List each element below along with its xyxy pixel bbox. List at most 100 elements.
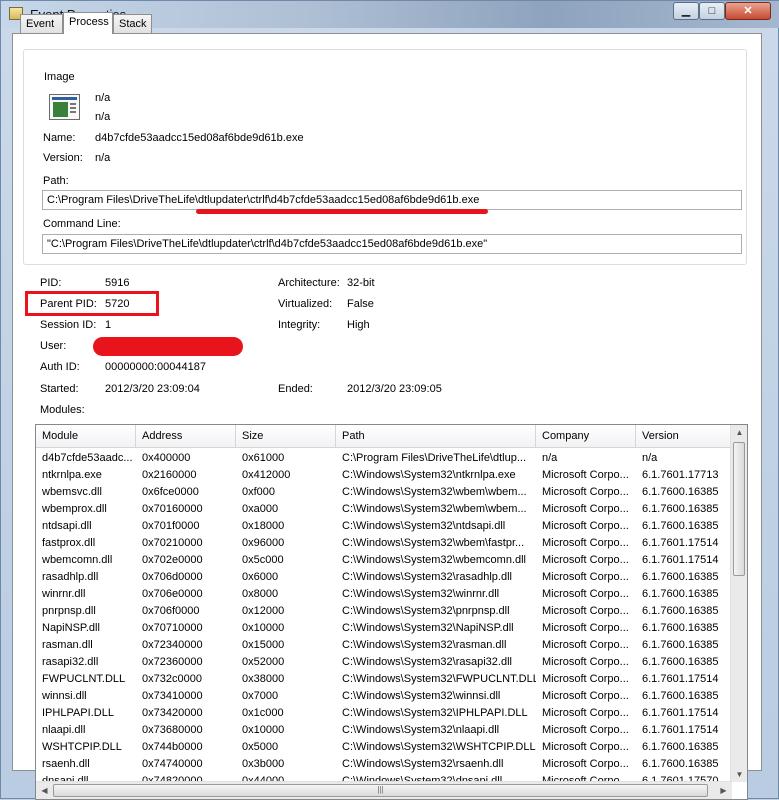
- version-value: n/a: [95, 152, 111, 164]
- minimize-button[interactable]: ▁: [673, 2, 699, 20]
- cell-version: 6.1.7600.16385: [642, 690, 719, 702]
- column-header-size[interactable]: Size: [236, 425, 336, 448]
- image-line2: n/a: [95, 111, 111, 123]
- cell-module-name: FWPUCLNT.DLL: [42, 673, 126, 685]
- cell-size: 0x7000: [242, 690, 279, 702]
- cell-version: n/a: [642, 452, 658, 464]
- cell-module-name: rasadhlp.dll: [42, 571, 99, 583]
- cell-path: C:\Windows\System32\winnsi.dll: [342, 690, 501, 702]
- cell-address: 0x744b0000: [142, 741, 203, 753]
- scroll-up-icon[interactable]: ▲: [731, 428, 747, 437]
- table-row[interactable]: fastprox.dll 0x70210000 0x96000 C:\Windows\…: [36, 535, 736, 552]
- cell-path: C:\Windows\System32\NapiNSP.dll: [342, 622, 514, 634]
- cell-version: 6.1.7601.17514: [642, 554, 719, 566]
- name-value: d4b7cfde53aadcc15ed08af6bde9d61b.exe: [95, 132, 304, 144]
- table-row[interactable]: ntdsapi.dll 0x701f0000 0x18000 C:\Windows\S…: [36, 518, 736, 535]
- table-row[interactable]: ntkrnlpa.exe 0x2160000 0x412000 C:\Windows\…: [36, 467, 736, 484]
- table-row[interactable]: FWPUCLNT.DLL 0x732c0000 0x38000 C:\Windows\…: [36, 671, 736, 688]
- cell-company: Microsoft Corpo...: [542, 656, 629, 668]
- scroll-down-icon[interactable]: ▼: [731, 770, 747, 779]
- maximize-button[interactable]: □: [699, 2, 725, 20]
- user-label: User:: [40, 340, 67, 352]
- cell-company: Microsoft Corpo...: [542, 469, 629, 481]
- cell-size: 0x18000: [242, 520, 285, 532]
- path-field[interactable]: C:\Program Files\DriveTheLife\dtlupdater…: [42, 190, 742, 210]
- cell-path: C:\Windows\System32\rasadhlp.dll: [342, 571, 512, 583]
- cell-size: 0xa000: [242, 503, 279, 515]
- table-row[interactable]: rsaenh.dll 0x74740000 0x3b000 C:\Windows\Sy…: [36, 756, 736, 773]
- cell-version: 6.1.7600.16385: [642, 758, 719, 770]
- table-row[interactable]: rasapi32.dll 0x72360000 0x52000 C:\Windows\…: [36, 654, 736, 671]
- vertical-scrollbar[interactable]: ▲ ▼: [730, 425, 747, 782]
- started-label: Started:: [40, 383, 79, 395]
- scroll-left-icon[interactable]: ◀: [36, 786, 53, 795]
- column-header-module[interactable]: Module: [36, 425, 136, 448]
- table-row[interactable]: WSHTCPIP.DLL 0x744b0000 0x5000 C:\Windows\S…: [36, 739, 736, 756]
- cell-address: 0x400000: [142, 452, 191, 464]
- cell-company: n/a: [542, 452, 558, 464]
- tab-event[interactable]: Event: [20, 14, 63, 33]
- cell-version: 6.1.7600.16385: [642, 622, 719, 634]
- table-row[interactable]: pnrpnsp.dll 0x706f0000 0x12000 C:\Windows\S…: [36, 603, 736, 620]
- cell-version: 6.1.7600.16385: [642, 503, 719, 515]
- cell-company: Microsoft Corpo...: [542, 639, 629, 651]
- horizontal-scroll-thumb[interactable]: |||: [53, 784, 708, 797]
- column-header-path[interactable]: Path: [336, 425, 536, 448]
- cell-version: 6.1.7600.16385: [642, 656, 719, 668]
- table-row[interactable]: winrnr.dll 0x706e0000 0x8000 C:\Windows\Sys…: [36, 586, 736, 603]
- cell-path: C:\Windows\System32\winrnr.dll: [342, 588, 500, 600]
- table-row[interactable]: wbemcomn.dll 0x702e0000 0x5c000 C:\Windows\…: [36, 552, 736, 569]
- image-groupbox: [23, 49, 747, 265]
- table-row[interactable]: NapiNSP.dll 0x70710000 0x10000 C:\Windows\S…: [36, 620, 736, 637]
- tab-stack[interactable]: Stack: [113, 14, 152, 33]
- cell-size: 0x3b000: [242, 758, 285, 770]
- table-row[interactable]: winnsi.dll 0x73410000 0x7000 C:\Windows\Sys…: [36, 688, 736, 705]
- cell-module-name: IPHLPAPI.DLL: [42, 707, 114, 719]
- tab-process[interactable]: Process: [63, 12, 113, 34]
- ended-label: Ended:: [278, 383, 313, 395]
- cell-path: C:\Windows\System32\FWPUCLNT.DLL: [342, 673, 536, 685]
- scroll-right-icon[interactable]: ▶: [715, 786, 732, 795]
- modules-list[interactable]: Module Address Size Path Company Version…: [35, 424, 748, 800]
- table-row[interactable]: rasman.dll 0x72340000 0x15000 C:\Windows\Sy…: [36, 637, 736, 654]
- cell-address: 0x73680000: [142, 724, 203, 736]
- table-row[interactable]: d4b7cfde53aadc... 0x400000 0x61000 C:\Progr…: [36, 450, 736, 467]
- vertical-scroll-thumb[interactable]: [733, 442, 745, 576]
- cell-address: 0x70710000: [142, 622, 203, 634]
- column-header-address[interactable]: Address: [136, 425, 236, 448]
- table-row[interactable]: rasadhlp.dll 0x706d0000 0x6000 C:\Windows\S…: [36, 569, 736, 586]
- table-row[interactable]: nlaapi.dll 0x73680000 0x10000 C:\Windows\Sy…: [36, 722, 736, 739]
- table-row[interactable]: wbemsvc.dll 0x6fce0000 0xf000 C:\Windows\Sy…: [36, 484, 736, 501]
- cell-address: 0x732c0000: [142, 673, 202, 685]
- cell-module-name: pnrpnsp.dll: [42, 605, 96, 617]
- cell-path: C:\Windows\System32\ntdsapi.dll: [342, 520, 506, 532]
- command-line-field[interactable]: "C:\Program Files\DriveTheLife\dtlupdate…: [42, 234, 742, 254]
- cell-module-name: NapiNSP.dll: [42, 622, 100, 634]
- cell-company: Microsoft Corpo...: [542, 520, 629, 532]
- close-button[interactable]: ✕: [725, 2, 771, 20]
- cell-company: Microsoft Corpo...: [542, 741, 629, 753]
- table-row[interactable]: IPHLPAPI.DLL 0x73420000 0x1c000 C:\Windows\…: [36, 705, 736, 722]
- cell-module-name: winrnr.dll: [42, 588, 86, 600]
- cell-size: 0x12000: [242, 605, 285, 617]
- path-label: Path:: [43, 175, 69, 187]
- cell-company: Microsoft Corpo...: [542, 588, 629, 600]
- cell-company: Microsoft Corpo...: [542, 571, 629, 583]
- event-properties-window: Event Properties ▁ □ ✕ Event Process Sta…: [0, 0, 779, 800]
- cell-version: 6.1.7600.16385: [642, 639, 719, 651]
- architecture-label: Architecture:: [278, 277, 340, 289]
- cell-size: 0x61000: [242, 452, 285, 464]
- cell-path: C:\Windows\System32\nlaapi.dll: [342, 724, 500, 736]
- cell-module-name: rasman.dll: [42, 639, 93, 651]
- session-id-value: 1: [105, 319, 112, 331]
- cell-address: 0x706d0000: [142, 571, 203, 583]
- cell-module-name: ntkrnlpa.exe: [42, 469, 102, 481]
- horizontal-scrollbar[interactable]: ◀ ||| ▶: [36, 781, 732, 799]
- cell-version: 6.1.7600.16385: [642, 571, 719, 583]
- cell-module-name: rasapi32.dll: [42, 656, 99, 668]
- started-value: 2012/3/20 23:09:04: [105, 383, 200, 395]
- column-header-company[interactable]: Company: [536, 425, 636, 448]
- table-row[interactable]: wbemprox.dll 0x70160000 0xa000 C:\Windows\S…: [36, 501, 736, 518]
- auth-id-label: Auth ID:: [40, 361, 80, 373]
- column-header-version[interactable]: Version: [636, 425, 732, 448]
